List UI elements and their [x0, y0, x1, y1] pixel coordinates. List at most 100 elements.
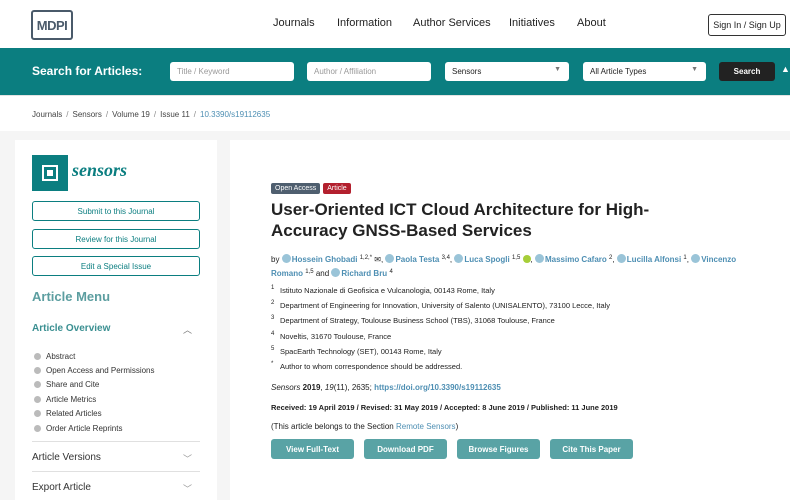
chip-icon — [42, 165, 58, 181]
overview-item-label: Abstract — [46, 351, 76, 361]
scroll-up-icon[interactable]: ▲ — [781, 64, 790, 74]
author-search-input[interactable]: Author / Affiliation — [307, 62, 431, 81]
affiliation-item: 3 Department of Strategy, Toulouse Busine… — [271, 315, 751, 331]
article-type-value: All Article Types — [590, 67, 647, 76]
section-note-prefix: (This article belongs to the Section — [271, 422, 394, 431]
author-affiliation-sup: 1 — [683, 255, 687, 261]
author-name[interactable]: Richard Bru — [341, 269, 387, 278]
affiliation-number: 2 — [271, 300, 275, 307]
bullet-icon — [34, 395, 41, 403]
edit-special-issue-button[interactable]: Edit a Special Issue — [32, 256, 200, 276]
nav-information[interactable]: Information — [337, 17, 392, 29]
affiliation-item: 1 Istituto Nazionale di Geofisica e Vulca… — [271, 285, 751, 301]
email-icon[interactable]: ✉ — [374, 255, 381, 264]
article-overview-toggle[interactable]: Article Overview ︿ — [32, 323, 200, 335]
nav-about[interactable]: About — [577, 17, 606, 29]
affiliation-item: 2 Department of Engineering for Innovatio… — [271, 300, 751, 316]
breadcrumb-journals[interactable]: Journals — [32, 110, 62, 119]
article-type-select[interactable]: All Article Types ▼ — [583, 62, 706, 81]
breadcrumb-sensors[interactable]: Sensors — [72, 110, 101, 119]
chevron-down-icon: ﹀ — [182, 484, 192, 494]
overview-item-related[interactable]: Related Articles — [34, 407, 155, 421]
author-icon — [534, 254, 544, 263]
review-for-journal-button[interactable]: Review for this Journal — [32, 229, 200, 249]
affiliation-number: 1 — [271, 285, 275, 291]
main-menu: Journals Information Author Services Ini… — [0, 17, 790, 33]
overview-item-label: Article Metrics — [46, 394, 97, 404]
open-access-badge: Open Access — [271, 183, 321, 194]
search-button[interactable]: Search — [719, 62, 775, 81]
and-label: and — [315, 269, 330, 278]
author-affiliation-sup: 2 — [609, 255, 613, 261]
chevron-down-icon: ﹀ — [182, 454, 192, 464]
affiliation-number: 3 — [271, 315, 275, 322]
author-name[interactable]: Paola Testa — [395, 255, 439, 264]
article-main: Open Access Article User-Oriented ICT Cl… — [230, 140, 790, 500]
submit-to-journal-button[interactable]: Submit to this Journal — [32, 201, 200, 221]
export-article-toggle[interactable]: Export Article ﹀ — [32, 471, 200, 500]
section-note-suffix: ) — [455, 422, 459, 431]
publication-dates: Received: 19 April 2019 / Revised: 31 Ma… — [271, 403, 618, 412]
nav-author-services[interactable]: Author Services — [413, 17, 491, 29]
author-name[interactable]: Hossein Ghobadi — [292, 255, 358, 264]
browse-figures-button[interactable]: Browse Figures — [457, 439, 540, 459]
cite-journal: Sensors — [271, 383, 301, 392]
citation-line: Sensors 2019, 19(11), 2635; https://doi.… — [271, 383, 501, 392]
affiliation-text: Noveltis, 31670 Toulouse, France — [280, 331, 392, 341]
author-affiliation-sup: 1,2,* — [359, 255, 373, 261]
breadcrumb-doi[interactable]: 10.3390/s19112635 — [200, 110, 270, 119]
affiliation-text: Department of Strategy, Toulouse Busines… — [280, 316, 555, 326]
sign-in-button[interactable]: Sign In / Sign Up — [708, 14, 786, 36]
journal-logo-icon[interactable] — [32, 155, 68, 191]
search-title: Search for Articles: — [32, 64, 143, 78]
article-overview-label: Article Overview — [32, 323, 111, 334]
affiliation-text: Istituto Nazionale di Geofisica e Vulcan… — [280, 286, 495, 295]
breadcrumb-issue[interactable]: Issue 11 — [160, 110, 190, 119]
overview-item-open-access[interactable]: Open Access and Permissions — [34, 363, 155, 377]
section-link[interactable]: Remote Sensors — [396, 422, 456, 431]
bullet-icon — [34, 352, 41, 360]
author-affiliation-sup: 4 — [389, 269, 393, 275]
author-name[interactable]: Luca Spogli — [464, 255, 509, 264]
keyword-search-input[interactable]: Title / Keyword — [170, 62, 294, 81]
affiliation-text: SpacEarth Technology (SET), 00143 Rome, … — [280, 346, 442, 356]
cite-issue-pages: (11), 2635; — [333, 383, 372, 392]
author-name[interactable]: Massimo Cafaro — [545, 255, 607, 264]
bullet-icon — [34, 410, 41, 418]
download-pdf-button[interactable]: Download PDF — [364, 439, 447, 459]
nav-journals[interactable]: Journals — [273, 17, 315, 29]
journal-select[interactable]: Sensors ▼ — [445, 62, 569, 81]
article-actions: View Full-Text Download PDF Browse Figur… — [271, 439, 633, 459]
overview-item-label: Related Articles — [46, 409, 102, 419]
overview-item-metrics[interactable]: Article Metrics — [34, 392, 155, 406]
overview-item-share-cite[interactable]: Share and Cite — [34, 378, 155, 392]
author-name[interactable]: Lucilla Alfonsi — [627, 255, 681, 264]
article-versions-label: Article Versions — [32, 452, 101, 463]
cite-volume: 19 — [324, 383, 334, 392]
journal-select-value: Sensors — [452, 67, 482, 76]
affiliation-number: 5 — [271, 345, 275, 352]
article-versions-toggle[interactable]: Article Versions ﹀ — [32, 441, 200, 471]
doi-link[interactable]: https://doi.org/10.3390/s19112635 — [374, 383, 501, 392]
overview-item-abstract[interactable]: Abstract — [34, 349, 155, 363]
article-title: User-Oriented ICT Cloud Architecture for… — [271, 200, 650, 240]
nav-initiatives[interactable]: Initiatives — [509, 17, 555, 29]
export-article-label: Export Article — [32, 482, 91, 493]
journal-name[interactable]: sensors — [72, 160, 127, 181]
bullet-icon — [34, 424, 41, 432]
overview-item-reprints[interactable]: Order Article Reprints — [34, 421, 155, 435]
search-bar: Search for Articles: Title / Keyword Aut… — [0, 48, 790, 95]
affiliation-item: * Author to whom correspondence should be… — [271, 360, 751, 377]
section-note: (This article belongs to the Section Rem… — [271, 422, 458, 431]
breadcrumb-volume[interactable]: Volume 19 — [112, 110, 150, 119]
orcid-icon[interactable] — [522, 255, 531, 263]
by-label: by — [271, 255, 280, 264]
cite-paper-button[interactable]: Cite This Paper — [550, 439, 633, 459]
view-full-text-button[interactable]: View Full-Text — [271, 439, 354, 459]
article-badges: Open Access Article — [271, 183, 351, 194]
author-icon — [616, 254, 626, 263]
article-type-badge: Article — [323, 183, 351, 194]
author-icon — [281, 254, 291, 263]
affiliation-item: 4 Noveltis, 31670 Toulouse, France — [271, 331, 751, 347]
affiliation-number: * — [271, 360, 274, 367]
